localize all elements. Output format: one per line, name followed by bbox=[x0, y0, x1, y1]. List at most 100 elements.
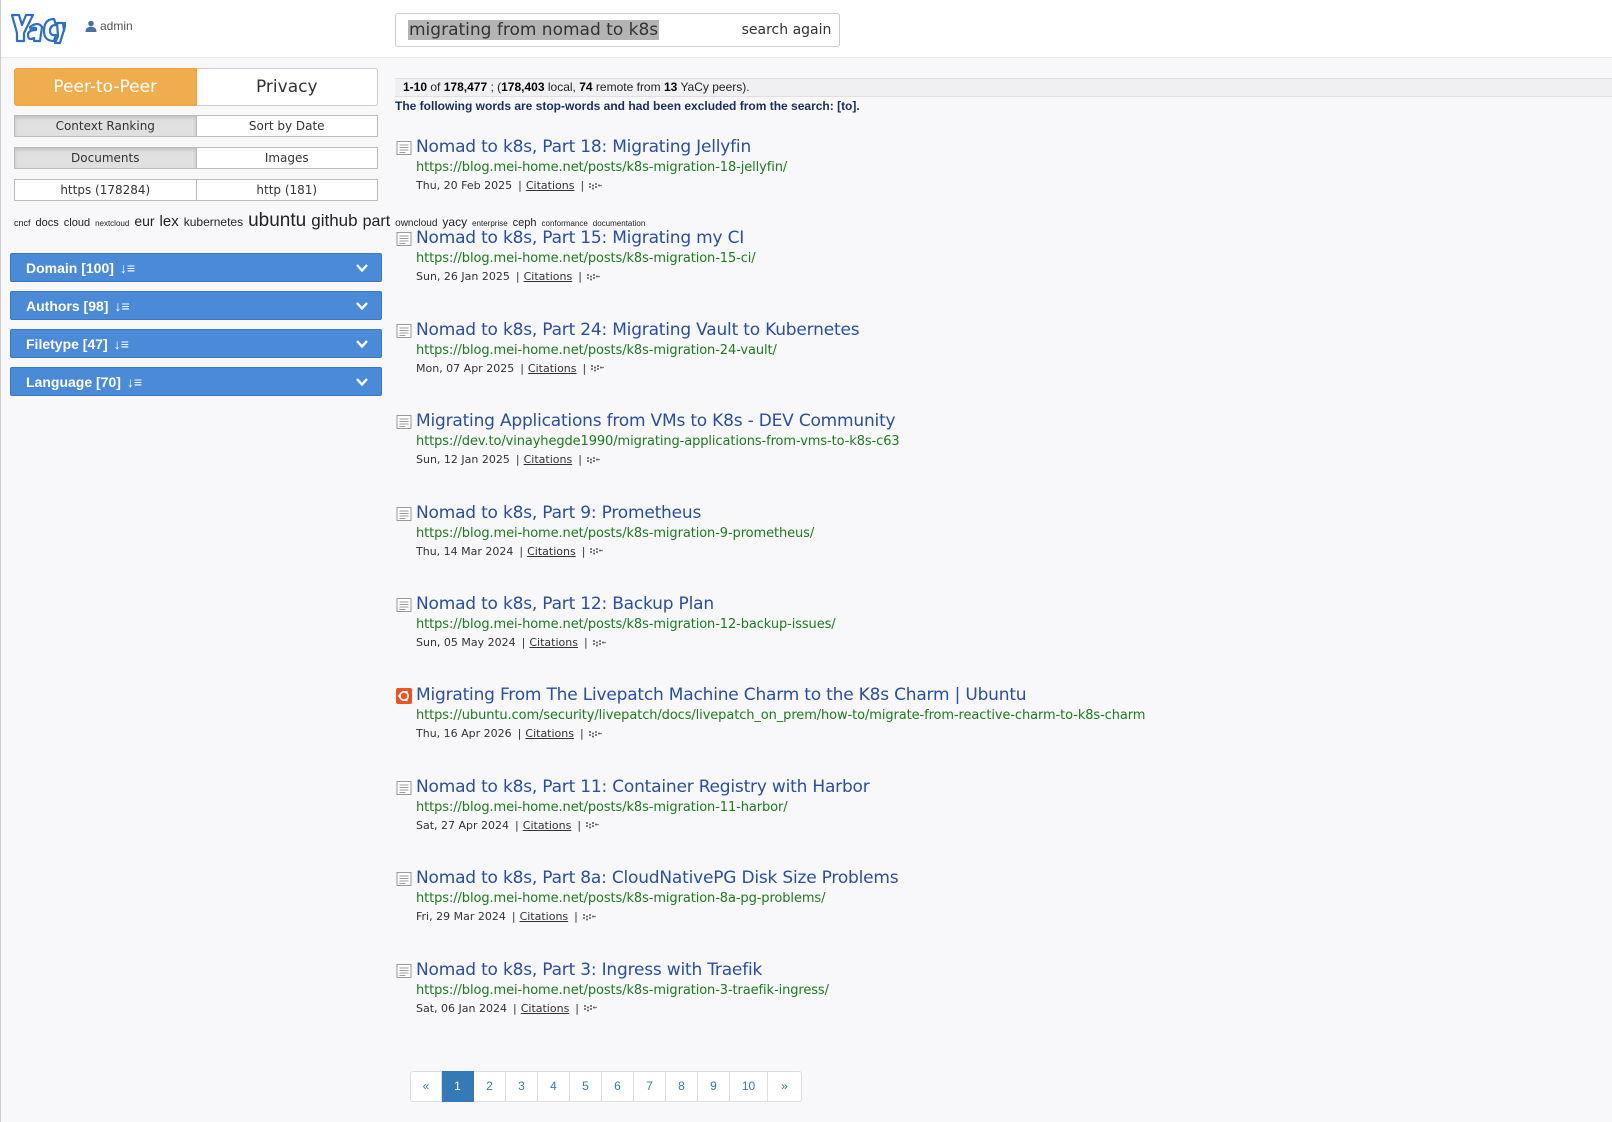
citations-link[interactable]: Citations bbox=[525, 727, 574, 740]
result-title-link[interactable]: Nomad to k8s, Part 8a: CloudNativePG Dis… bbox=[416, 868, 899, 888]
result-title-link[interactable]: Nomad to k8s, Part 24: Migrating Vault t… bbox=[416, 320, 860, 340]
citations-link[interactable]: Citations bbox=[527, 545, 576, 558]
user-menu[interactable]: admin bbox=[85, 19, 133, 33]
tag-cloud-item[interactable]: ceph bbox=[513, 217, 537, 229]
summary-of: of bbox=[430, 80, 441, 94]
facet-authors[interactable]: Authors [98] ↓≡ bbox=[10, 291, 382, 320]
yacy-logo[interactable] bbox=[10, 11, 66, 45]
page-next-button[interactable]: » bbox=[768, 1071, 802, 1102]
peer-dots-icon[interactable] bbox=[586, 273, 600, 281]
page-button-4[interactable]: 4 bbox=[538, 1071, 570, 1102]
privacy-button[interactable]: Privacy bbox=[196, 68, 378, 106]
page-button-9[interactable]: 9 bbox=[698, 1071, 730, 1102]
result-url[interactable]: https://blog.mei-home.net/posts/k8s-migr… bbox=[416, 891, 825, 906]
sort-icon[interactable]: ↓≡ bbox=[114, 336, 129, 352]
search-input[interactable]: migrating from nomad to k8s bbox=[395, 13, 735, 47]
result-url[interactable]: https://blog.mei-home.net/posts/k8s-migr… bbox=[416, 160, 787, 175]
result-title-link[interactable]: Nomad to k8s, Part 15: Migrating my CI bbox=[416, 228, 744, 248]
chevron-down-icon[interactable] bbox=[355, 337, 369, 351]
sort-icon[interactable]: ↓≡ bbox=[120, 260, 135, 276]
peer-dots-icon[interactable] bbox=[585, 821, 599, 829]
peer-dots-icon[interactable] bbox=[588, 182, 602, 190]
facet-language[interactable]: Language [70] ↓≡ bbox=[10, 367, 382, 396]
peer-to-peer-button[interactable]: Peer-to-Peer bbox=[14, 68, 197, 106]
tag-cloud-item[interactable]: nextcloud bbox=[95, 219, 129, 228]
search-again-button[interactable]: search again bbox=[734, 13, 840, 47]
peer-dots-icon[interactable] bbox=[592, 639, 606, 647]
result-title-link[interactable]: Nomad to k8s, Part 12: Backup Plan bbox=[416, 594, 714, 614]
tag-cloud-item[interactable]: documentation bbox=[593, 219, 645, 228]
context-ranking-button[interactable]: Context Ranking bbox=[14, 115, 197, 137]
tag-cloud-item[interactable]: kubernetes bbox=[184, 215, 243, 229]
page-button-7[interactable]: 7 bbox=[634, 1071, 666, 1102]
citations-link[interactable]: Citations bbox=[526, 179, 575, 192]
tag-cloud-item[interactable]: ubuntu bbox=[248, 210, 306, 231]
tag-cloud-item[interactable]: eur bbox=[134, 213, 154, 229]
facet-domain[interactable]: Domain [100] ↓≡ bbox=[10, 253, 382, 282]
facet-filetype[interactable]: Filetype [47] ↓≡ bbox=[10, 329, 382, 358]
search-result: Migrating Applications from VMs to K8s -… bbox=[396, 411, 1596, 473]
peer-dots-icon[interactable] bbox=[590, 364, 605, 372]
peer-dots-icon[interactable] bbox=[586, 456, 600, 464]
meta-separator: | bbox=[581, 544, 586, 558]
page-button-6[interactable]: 6 bbox=[602, 1071, 634, 1102]
citations-link[interactable]: Citations bbox=[529, 636, 578, 649]
page-button-2[interactable]: 2 bbox=[474, 1071, 506, 1102]
peer-dots-icon[interactable] bbox=[583, 1004, 597, 1012]
result-title-link[interactable]: Migrating Applications from VMs to K8s -… bbox=[416, 411, 896, 431]
result-title-link[interactable]: Nomad to k8s, Part 11: Container Registr… bbox=[416, 777, 870, 797]
chevron-down-icon[interactable] bbox=[355, 299, 369, 313]
tag-cloud-item[interactable]: lex bbox=[160, 213, 179, 230]
citations-link[interactable]: Citations bbox=[528, 362, 577, 375]
sort-icon[interactable]: ↓≡ bbox=[127, 374, 142, 390]
documents-button[interactable]: Documents bbox=[14, 147, 197, 169]
citations-link[interactable]: Citations bbox=[523, 819, 572, 832]
chevron-down-icon[interactable] bbox=[355, 375, 369, 389]
page-button-10[interactable]: 10 bbox=[730, 1071, 768, 1102]
result-url[interactable]: https://blog.mei-home.net/posts/k8s-migr… bbox=[416, 251, 756, 266]
page-button-8[interactable]: 8 bbox=[666, 1071, 698, 1102]
peer-dots-icon[interactable] bbox=[588, 730, 602, 738]
tag-cloud-item[interactable]: yacy bbox=[442, 215, 467, 229]
sort-by-date-button[interactable]: Sort by Date bbox=[196, 115, 378, 137]
tag-cloud-item[interactable]: docs bbox=[36, 217, 59, 229]
citations-link[interactable]: Citations bbox=[520, 910, 569, 923]
chevron-down-icon[interactable] bbox=[355, 261, 369, 275]
search-result: Migrating From The Livepatch Machine Cha… bbox=[396, 685, 1596, 747]
tag-cloud-item[interactable]: cncf bbox=[14, 218, 31, 228]
result-title-link[interactable]: Migrating From The Livepatch Machine Cha… bbox=[416, 685, 1027, 705]
result-title-link[interactable]: Nomad to k8s, Part 3: Ingress with Traef… bbox=[416, 960, 762, 980]
images-button[interactable]: Images bbox=[196, 147, 378, 169]
page-button-3[interactable]: 3 bbox=[506, 1071, 538, 1102]
result-url[interactable]: https://blog.mei-home.net/posts/k8s-migr… bbox=[416, 983, 829, 998]
citations-link[interactable]: Citations bbox=[521, 1002, 570, 1015]
document-icon bbox=[396, 872, 412, 887]
document-icon bbox=[396, 141, 412, 155]
result-title-link[interactable]: Nomad to k8s, Part 9: Prometheus bbox=[416, 503, 701, 523]
tag-cloud-item[interactable]: github bbox=[311, 211, 357, 230]
peer-dots-icon[interactable] bbox=[589, 547, 604, 555]
result-url[interactable]: https://blog.mei-home.net/posts/k8s-migr… bbox=[416, 617, 836, 632]
tag-cloud-item[interactable]: part bbox=[363, 213, 391, 230]
result-url[interactable]: https://blog.mei-home.net/posts/k8s-migr… bbox=[416, 526, 814, 541]
peer-dots-icon[interactable] bbox=[582, 913, 596, 921]
document-icon bbox=[396, 323, 412, 338]
page-prev-button[interactable]: « bbox=[410, 1071, 442, 1102]
tag-cloud-item[interactable]: cloud bbox=[64, 217, 90, 229]
result-url[interactable]: https://blog.mei-home.net/posts/k8s-migr… bbox=[416, 800, 788, 815]
document-icon bbox=[396, 780, 412, 795]
tag-cloud-item[interactable]: enterprise bbox=[472, 219, 508, 228]
result-url[interactable]: https://ubuntu.com/security/livepatch/do… bbox=[416, 708, 1145, 723]
result-title-link[interactable]: Nomad to k8s, Part 18: Migrating Jellyfi… bbox=[416, 137, 751, 157]
result-url[interactable]: https://dev.to/vinayhegde1990/migrating-… bbox=[416, 434, 900, 449]
result-url[interactable]: https://blog.mei-home.net/posts/k8s-migr… bbox=[416, 343, 777, 358]
page-button-1[interactable]: 1 bbox=[442, 1071, 474, 1102]
citations-link[interactable]: Citations bbox=[524, 270, 573, 283]
http-filter-button[interactable]: http (181) bbox=[196, 179, 378, 201]
tag-cloud-item[interactable]: owncloud bbox=[395, 218, 437, 229]
tag-cloud-item[interactable]: conformance bbox=[542, 219, 588, 228]
sort-icon[interactable]: ↓≡ bbox=[114, 298, 129, 314]
citations-link[interactable]: Citations bbox=[524, 453, 573, 466]
https-filter-button[interactable]: https (178284) bbox=[14, 179, 197, 201]
page-button-5[interactable]: 5 bbox=[570, 1071, 602, 1102]
